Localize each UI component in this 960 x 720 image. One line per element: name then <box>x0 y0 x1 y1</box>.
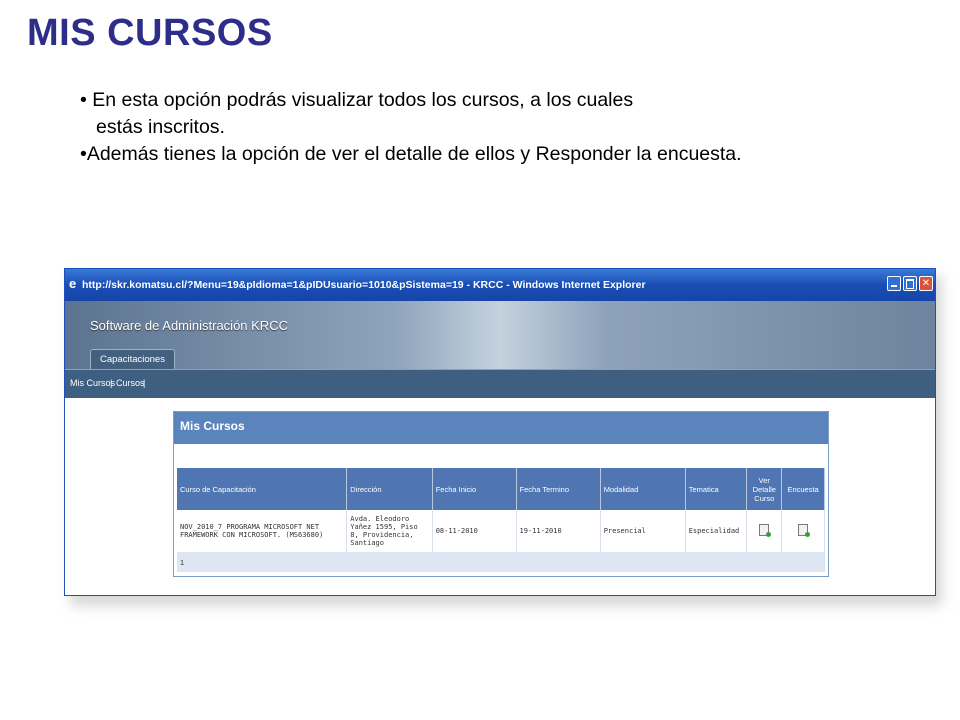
close-icon: ✕ <box>921 278 931 289</box>
slide-bullets: • En esta opción podrás visualizar todos… <box>80 87 742 168</box>
app-header: Software de Administración KRCC Capacita… <box>65 301 935 370</box>
window-controls: ✕ <box>887 276 933 291</box>
cell-tematica: Especialidad <box>685 510 748 552</box>
cell-ver-detalle <box>746 510 783 552</box>
table-row: NOV_2010_7 PROGRAMA MICROSOFT NET FRAMEW… <box>177 510 825 552</box>
browser-titlebar[interactable]: e http://skr.komatsu.cl/?Menu=19&pIdioma… <box>65 269 935 301</box>
ie-icon: e <box>69 276 77 291</box>
subnav-mis-cursos[interactable]: Mis Cursos <box>70 378 115 388</box>
close-button[interactable]: ✕ <box>919 276 933 291</box>
cell-direccion: Avda. Eleodoro Yañez 1595, Piso 8, Provi… <box>346 510 433 552</box>
courses-table: Curso de Capacitación Dirección Fecha In… <box>177 468 825 572</box>
minimize-button[interactable] <box>887 276 901 291</box>
mis-cursos-panel: Mis Cursos Curso de Capacitación Direcci… <box>173 411 829 577</box>
subnav-cursos[interactable]: Cursos <box>116 378 145 388</box>
column-header-ver-detalle: Ver Detalle Curso <box>746 468 783 510</box>
page-content: Mis Cursos Curso de Capacitación Direcci… <box>65 399 935 595</box>
bullet-1-line-2: estás inscritos. <box>96 116 225 138</box>
column-header-modalidad[interactable]: Modalidad <box>600 468 686 510</box>
cell-modalidad: Presencial <box>600 510 686 552</box>
column-header-direccion[interactable]: Dirección <box>346 468 433 510</box>
panel-title: Mis Cursos <box>174 412 828 444</box>
table-header-row: Curso de Capacitación Dirección Fecha In… <box>177 468 825 510</box>
column-header-fecha-inicio[interactable]: Fecha Inicio <box>432 468 517 510</box>
minimize-icon <box>888 277 900 290</box>
subnav-separator-2: | <box>143 378 146 388</box>
browser-window: e http://skr.komatsu.cl/?Menu=19&pIdioma… <box>64 268 936 596</box>
cell-fecha-termino: 19-11-2010 <box>516 510 601 552</box>
document-view-icon[interactable] <box>759 524 772 537</box>
cell-encuesta <box>781 510 825 552</box>
table-pager-row: 1 <box>177 552 825 572</box>
column-header-curso[interactable]: Curso de Capacitación <box>177 468 348 510</box>
bullet-2: •Además tienes la opción de ver el detal… <box>80 143 742 165</box>
bullet-1-line-1: • En esta opción podrás visualizar todos… <box>80 89 634 111</box>
column-header-tematica[interactable]: Tematica <box>685 468 748 510</box>
subnav-separator: | <box>110 378 113 388</box>
maximize-icon <box>904 277 916 290</box>
column-header-fecha-termino[interactable]: Fecha Termino <box>516 468 601 510</box>
tab-capacitaciones[interactable]: Capacitaciones <box>90 349 175 370</box>
column-header-encuesta: Encuesta <box>781 468 825 510</box>
survey-icon[interactable] <box>798 524 811 537</box>
cell-fecha-inicio: 08-11-2010 <box>432 510 517 552</box>
cell-curso: NOV_2010_7 PROGRAMA MICROSOFT NET FRAMEW… <box>177 510 348 552</box>
slide-title: MIS CURSOS <box>27 12 273 54</box>
maximize-button[interactable] <box>903 276 917 291</box>
app-title: Software de Administración KRCC <box>90 318 288 333</box>
sub-navigation: Mis Cursos | Cursos | <box>65 369 935 398</box>
browser-title: http://skr.komatsu.cl/?Menu=19&pIdioma=1… <box>82 279 646 291</box>
pager-page-1[interactable]: 1 <box>177 552 825 572</box>
